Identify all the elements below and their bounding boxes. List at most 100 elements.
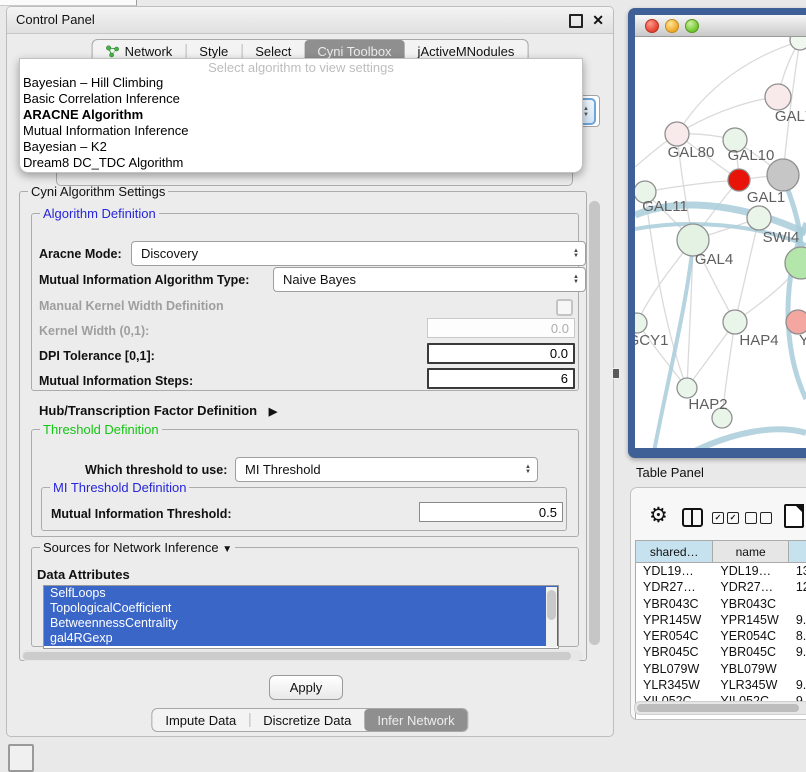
group-title: Algorithm Definition: [40, 206, 159, 221]
network-edge[interactable]: [677, 97, 778, 134]
data-attributes-list[interactable]: SelfLoopsTopologicalCoefficientBetweenne…: [43, 585, 559, 649]
dropdown-list: Bayesian – Hill ClimbingBasic Correlatio…: [20, 75, 582, 171]
combobox-arrows-icon: ▲▼: [573, 249, 579, 259]
table-cell: YDL19…: [713, 563, 788, 579]
sources-group-title[interactable]: Sources for Network Inference ▼: [40, 540, 235, 555]
select-all-icon[interactable]: ✓✓: [712, 512, 739, 524]
zoom-window-icon[interactable]: [685, 19, 699, 33]
list-vertical-scrollbar[interactable]: [546, 587, 557, 647]
tab-label: jActiveMNodules: [418, 44, 515, 59]
new-table-icon[interactable]: [784, 504, 804, 528]
table-row[interactable]: YBL079WYBL079W: [636, 661, 806, 677]
dropdown-item[interactable]: Bayesian – K2: [20, 139, 582, 155]
table-cell: 8.: [789, 628, 806, 644]
combobox-arrows-icon: ▲▼: [573, 275, 579, 285]
network-canvas[interactable]: GAL7GAL80GAL10GAL1GAL11SWI4GAL4GCY1HAP4Y…: [635, 37, 806, 448]
node-label: GAL10: [728, 147, 775, 164]
deselect-all-icon[interactable]: [745, 512, 772, 524]
table-cell: YBR043C: [636, 596, 713, 612]
expanded-arrow-icon[interactable]: ▼: [222, 544, 232, 555]
network-node-gal1[interactable]: [728, 169, 750, 191]
table-cell: YBR043C: [713, 596, 788, 612]
network-icon: [106, 45, 120, 58]
float-panel-icon[interactable]: [569, 14, 583, 28]
network-node-hap2[interactable]: [677, 378, 697, 398]
table-rows: YDL19…YDL19…13YDR27…YDR27…12YBR043CYBR04…: [636, 563, 806, 710]
aracne-mode-combobox[interactable]: Discovery ▲▼: [131, 241, 586, 266]
minimize-window-icon[interactable]: [665, 19, 679, 33]
mi-algorithm-type-combobox[interactable]: Naive Bayes ▲▼: [273, 267, 586, 292]
table-horizontal-scrollbar[interactable]: [634, 701, 806, 715]
which-threshold-value: MI Threshold: [245, 462, 321, 477]
table-cell: 9.: [789, 644, 806, 660]
network-node[interactable]: [785, 247, 806, 279]
table-row[interactable]: YDR27…YDR27…12: [636, 579, 806, 595]
column-header[interactable]: shared…: [636, 541, 713, 563]
table-row[interactable]: YER054CYER054C8.: [636, 628, 806, 644]
which-threshold-combobox[interactable]: MI Threshold ▲▼: [235, 457, 538, 482]
network-node-swi4[interactable]: [747, 206, 771, 230]
attr-items: SelfLoopsTopologicalCoefficientBetweenne…: [44, 586, 558, 646]
mi-steps-field[interactable]: [427, 368, 575, 389]
column-header[interactable]: name: [713, 541, 788, 563]
network-graph[interactable]: GAL7GAL80GAL10GAL1GAL11SWI4GAL4GCY1HAP4Y…: [635, 37, 806, 448]
manual-kernel-checkbox[interactable]: [556, 299, 573, 316]
table-cell: 13: [789, 563, 806, 579]
table-cell: YPR145W: [713, 612, 788, 628]
hub-section-toggle[interactable]: Hub/Transcription Factor Definition ▶: [39, 403, 277, 418]
tab-infer-network[interactable]: Infer Network: [364, 709, 467, 731]
dpi-tolerance-field[interactable]: [427, 343, 575, 364]
attribute-list-item[interactable]: BetweennessCentrality: [44, 616, 558, 631]
kernel-width-field: [427, 318, 575, 338]
data-attributes-label: Data Attributes: [37, 567, 130, 582]
network-edge[interactable]: [645, 180, 739, 192]
settings-vertical-scrollbar[interactable]: [588, 193, 601, 659]
network-node-hap4[interactable]: [723, 310, 747, 334]
network-window-titlebar[interactable]: [635, 15, 806, 37]
node-label: GCY1: [635, 332, 668, 349]
close-panel-icon[interactable]: ✕: [592, 7, 604, 33]
settings-horizontal-scrollbar[interactable]: [21, 650, 583, 661]
tab-discretize-data[interactable]: Discretize Data: [250, 709, 364, 731]
dropdown-item[interactable]: Bayesian – Hill Climbing: [20, 75, 582, 91]
node-label: GAL4: [695, 251, 733, 268]
node-label: HAP4: [739, 332, 778, 349]
network-node-gal80[interactable]: [665, 122, 689, 146]
aracne-mode-label: Aracne Mode:: [39, 247, 122, 261]
table-row[interactable]: YDL19…YDL19…13: [636, 563, 806, 579]
table-header-row: shared…nameA: [636, 541, 806, 563]
network-node-y[interactable]: [786, 310, 806, 334]
node-label: GAL11: [642, 198, 688, 215]
dropdown-item[interactable]: ARACNE Algorithm: [20, 107, 582, 123]
close-window-icon[interactable]: [645, 19, 659, 33]
table-cell: [789, 661, 806, 677]
dropdown-item[interactable]: Mutual Information Inference: [20, 123, 582, 139]
mi-algorithm-type-value: Naive Bayes: [283, 272, 356, 287]
table-row[interactable]: YPR145WYPR145W9.: [636, 612, 806, 628]
dropdown-item[interactable]: Dream8 DC_TDC Algorithm: [20, 155, 582, 171]
node-table: shared…nameA YDL19…YDL19…13YDR27…YDR27…1…: [635, 540, 806, 719]
dropdown-item[interactable]: Basic Correlation Inference: [20, 91, 582, 107]
attribute-list-item[interactable]: TopologicalCoefficient: [44, 601, 558, 616]
table-row[interactable]: YBR045CYBR045C9.: [636, 644, 806, 660]
column-header[interactable]: A: [789, 541, 806, 563]
attribute-list-item[interactable]: gal4RGexp: [44, 631, 558, 646]
network-node-gal7[interactable]: [765, 84, 791, 110]
table-row[interactable]: YBR043CYBR043C: [636, 596, 806, 612]
sources-title-text: Sources for Network Inference: [43, 540, 219, 555]
network-node-gcy1[interactable]: [635, 313, 647, 333]
attribute-list-item[interactable]: SelfLoops: [44, 586, 558, 601]
table-cell: YBL079W: [636, 661, 713, 677]
network-edge[interactable]: [645, 192, 687, 388]
table-cell: YLR345W: [636, 677, 713, 693]
network-node[interactable]: [790, 37, 806, 50]
gear-icon[interactable]: ⚙: [649, 505, 668, 526]
collapsed-arrow-icon[interactable]: ▶: [269, 406, 277, 418]
tab-impute-data[interactable]: Impute Data: [152, 709, 249, 731]
column-layout-icon[interactable]: [682, 508, 703, 527]
table-row[interactable]: YLR345WYLR345W9.: [636, 677, 806, 693]
network-edge-highlighted[interactable]: [683, 429, 806, 448]
table-cell: 12: [789, 579, 806, 595]
mi-threshold-field[interactable]: [419, 502, 563, 522]
apply-button[interactable]: Apply: [269, 675, 343, 700]
